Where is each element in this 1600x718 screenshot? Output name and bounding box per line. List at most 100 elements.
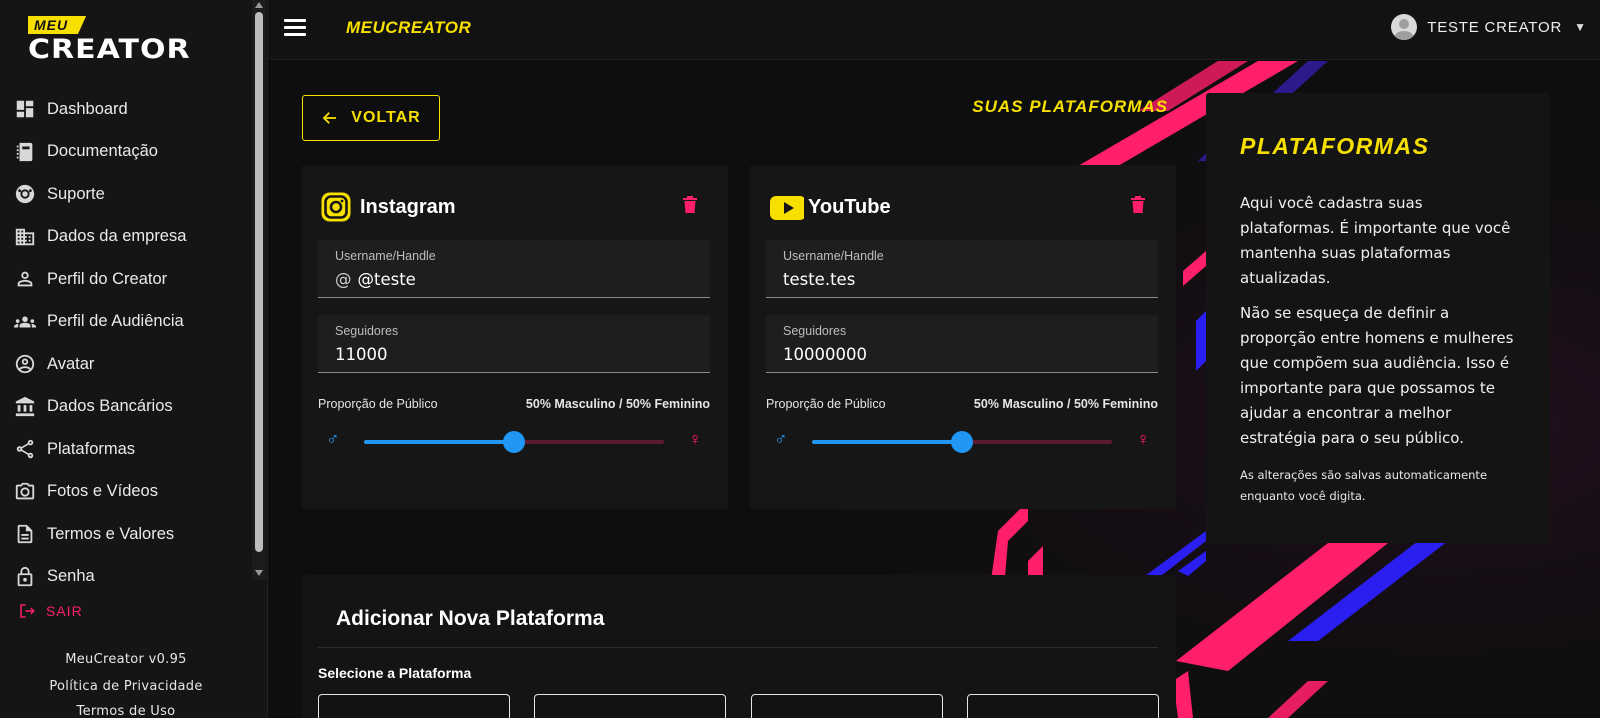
sidebar-item-label: Termos e Valores <box>47 524 175 543</box>
logo-small-text: MEU <box>28 16 87 34</box>
sidebar-item-plataformas[interactable]: Plataformas <box>0 428 252 471</box>
sidebar-item-label: Perfil do Creator <box>47 269 168 288</box>
logo[interactable]: MEU CREATOR <box>28 16 228 66</box>
sidebar-item-label: Avatar <box>47 354 95 373</box>
brand-title[interactable]: MEUCREATOR <box>346 18 471 38</box>
slider-fill <box>364 440 514 444</box>
audience-proportion: Proporção de Público 50% Masculino / 50%… <box>318 397 710 411</box>
male-icon: ♂ <box>326 429 340 449</box>
account-circle-icon <box>13 352 37 376</box>
female-icon: ♀ <box>688 429 703 449</box>
sidebar-scrollbar[interactable] <box>252 0 266 580</box>
platform-name: YouTube <box>808 195 891 218</box>
version-text: MeuCreator v0.95 <box>65 652 187 667</box>
proportion-value: 50% Masculino / 50% Feminino <box>525 397 710 411</box>
info-title: PLATAFORMAS <box>1240 133 1430 159</box>
username-field[interactable]: Username/Handle teste.tes <box>766 240 1158 298</box>
terms-link[interactable]: Termos de Uso <box>0 704 252 718</box>
followers-field[interactable]: Seguidores 10000000 <box>766 315 1158 373</box>
sidebar-item-perfil-creator[interactable]: Perfil do Creator <box>0 258 252 301</box>
platform-option[interactable] <box>751 694 943 718</box>
instagram-icon <box>321 192 351 222</box>
audience-proportion: Proporção de Público 50% Masculino / 50%… <box>766 397 1158 411</box>
sidebar-item-dashboard[interactable]: Dashboard <box>0 88 252 131</box>
slider-thumb[interactable] <box>503 431 525 453</box>
back-button-label: VOLTAR <box>351 109 421 126</box>
lock-icon <box>13 565 37 589</box>
sidebar-item-label: Fotos e Vídeos <box>47 482 158 501</box>
proportion-value: 50% Masculino / 50% Feminino <box>973 397 1158 411</box>
lifebuoy-icon <box>13 182 37 206</box>
female-icon: ♀ <box>1136 429 1151 449</box>
info-paragraph-2: Não se esqueça de definir a proporção en… <box>1240 304 1514 447</box>
delete-icon[interactable] <box>1130 195 1146 213</box>
username-label: Username/Handle <box>335 249 436 263</box>
avatar <box>1391 14 1418 40</box>
building-icon <box>13 225 37 249</box>
platform-option[interactable] <box>967 694 1159 718</box>
sidebar-item-termos-valores[interactable]: Termos e Valores <box>0 513 252 556</box>
dashboard-icon <box>13 97 37 121</box>
sidebar-item-suporte[interactable]: Suporte <box>0 173 252 216</box>
proportion-label: Proporção de Público <box>766 397 886 411</box>
sidebar-item-label: Senha <box>47 567 95 586</box>
delete-icon[interactable] <box>682 195 698 213</box>
book-icon <box>13 140 37 164</box>
group-icon <box>13 310 37 334</box>
info-note: As alterações são salvas automaticamente… <box>1240 468 1488 503</box>
arrow-left-icon <box>323 112 337 124</box>
document-icon <box>13 522 37 546</box>
logo-main-text: CREATOR <box>28 33 191 66</box>
info-paragraph-1: Aqui você cadastra suas plataformas. É i… <box>1240 194 1511 287</box>
sidebar-item-avatar[interactable]: Avatar <box>0 343 252 386</box>
followers-value: 11000 <box>335 345 388 364</box>
back-button[interactable]: VOLTAR <box>302 95 440 141</box>
followers-field[interactable]: Seguidores 11000 <box>318 315 710 373</box>
sidebar-item-label: Plataformas <box>47 439 136 458</box>
bank-icon <box>13 395 37 419</box>
sidebar-item-fotos-videos[interactable]: Fotos e Vídeos <box>0 471 252 514</box>
scroll-down-arrow-icon[interactable] <box>255 570 263 576</box>
person-icon <box>13 267 37 291</box>
sidebar-nav: Dashboard Documentação Suporte Dados da … <box>0 88 252 598</box>
at-prefix: @ <box>335 270 352 289</box>
platform-option[interactable] <box>318 694 510 718</box>
menu-icon[interactable] <box>282 16 308 42</box>
sidebar-item-senha[interactable]: Senha <box>0 556 252 599</box>
platform-option[interactable] <box>534 694 726 718</box>
sidebar-item-documentacao[interactable]: Documentação <box>0 131 252 174</box>
page-title: SUAS PLATAFORMAS <box>972 97 1168 116</box>
logout-label: SAIR <box>46 603 83 619</box>
username-value: @ @teste <box>335 270 416 289</box>
username-text: @teste <box>357 270 416 289</box>
logout-button[interactable]: SAIR <box>18 602 83 620</box>
sidebar-item-label: Dashboard <box>47 99 128 118</box>
username-value: teste.tes <box>783 270 856 289</box>
scrollbar-thumb[interactable] <box>255 12 263 552</box>
youtube-icon <box>770 196 804 220</box>
platform-card-youtube: YouTube Username/Handle teste.tes Seguid… <box>750 165 1176 509</box>
male-icon: ♂ <box>774 429 788 449</box>
slider-track[interactable] <box>812 431 1112 453</box>
username-label: Username/Handle <box>783 249 884 263</box>
followers-value: 10000000 <box>783 345 867 364</box>
slider-thumb[interactable] <box>951 431 973 453</box>
sidebar-item-perfil-audiencia[interactable]: Perfil de Audiência <box>0 301 252 344</box>
sidebar-item-dados-empresa[interactable]: Dados da empresa <box>0 216 252 259</box>
user-name: TESTE CREATOR <box>1427 18 1563 36</box>
info-panel: PLATAFORMAS Aqui você cadastra suas plat… <box>1206 93 1550 543</box>
user-menu[interactable]: TESTE CREATOR ▼ <box>1391 14 1586 40</box>
top-bar: MEUCREATOR TESTE CREATOR ▼ <box>268 0 1600 60</box>
gender-slider[interactable]: ♂ ♀ <box>318 427 710 457</box>
platform-card-instagram: Instagram Username/Handle @ @teste Seguid… <box>302 165 728 509</box>
camera-icon <box>13 480 37 504</box>
add-platform-section: Adicionar Nova Plataforma Selecione a Pl… <box>302 575 1176 718</box>
add-platform-title: Adicionar Nova Plataforma <box>336 607 605 630</box>
gender-slider[interactable]: ♂ ♀ <box>766 427 1158 457</box>
slider-track[interactable] <box>364 431 664 453</box>
privacy-link[interactable]: Política de Privacidade <box>0 679 252 694</box>
scroll-up-arrow-icon[interactable] <box>255 2 263 8</box>
username-field[interactable]: Username/Handle @ @teste <box>318 240 710 298</box>
platform-card-title: YouTube <box>768 191 891 223</box>
sidebar-item-dados-bancarios[interactable]: Dados Bancários <box>0 386 252 429</box>
